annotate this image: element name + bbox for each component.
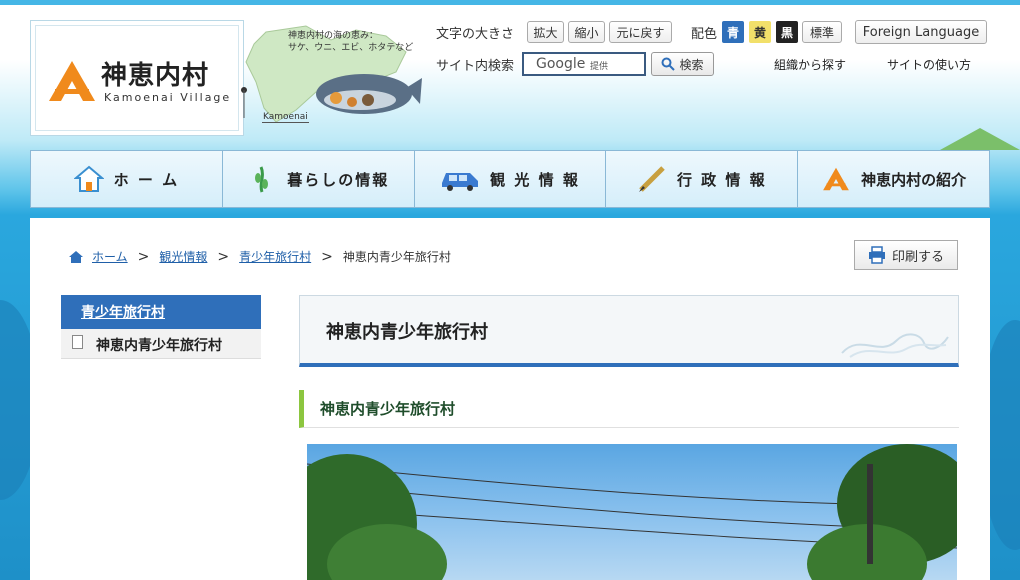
breadcrumb-separator-icon: > — [137, 248, 150, 265]
document-icon — [72, 335, 83, 349]
plant-icon — [247, 164, 277, 194]
search-icon — [661, 57, 676, 71]
site-name-en: Kamoenai Village — [104, 91, 232, 104]
color-black-button[interactable]: 黒 — [776, 21, 798, 43]
home-icon — [69, 250, 83, 263]
car-icon — [440, 164, 480, 194]
pen-icon — [637, 164, 667, 194]
foreign-language-button[interactable]: Foreign Language — [855, 20, 987, 44]
font-reset-button[interactable]: 元に戻す — [609, 21, 672, 43]
site-search-label: サイト内検索 — [436, 59, 515, 74]
nav-label-home: ホ ー ム — [113, 170, 180, 189]
breadcrumb: ホーム > 観光情報 > 青少年旅行村 > 神恵内青少年旅行村 — [68, 248, 451, 265]
sidebar-item-youth-village[interactable]: 神恵内青少年旅行村 — [61, 329, 261, 359]
breadcrumb-separator-icon: > — [217, 248, 230, 265]
breadcrumb-youth-village[interactable]: 青少年旅行村 — [239, 248, 311, 265]
sidebar-heading[interactable]: 青少年旅行村 — [61, 295, 261, 329]
decorative-hill — [940, 128, 1020, 150]
color-yellow-button[interactable]: 黄 — [749, 21, 771, 43]
nav-label-village-intro: 神恵内村の紹介 — [861, 170, 967, 189]
search-button-label: 検索 — [679, 57, 704, 72]
font-shrink-button[interactable]: 縮小 — [568, 21, 605, 43]
google-brand-text: Google — [536, 56, 586, 72]
search-input[interactable]: Google 提供 — [522, 52, 646, 76]
color-scheme-label: 配色 — [691, 27, 718, 42]
map-caption-line2: サケ、ウニ、エビ、ホタテなど — [288, 43, 414, 53]
top-accent-bar — [0, 0, 1020, 5]
site-logo[interactable]: 神恵内村 Kamoenai Village — [30, 20, 244, 136]
font-enlarge-button[interactable]: 拡大 — [527, 21, 564, 43]
google-provided-text: 提供 — [590, 62, 609, 72]
photo-scene — [307, 444, 957, 580]
how-to-use-link[interactable]: サイトの使い方 — [887, 56, 971, 73]
breadcrumb-home[interactable]: ホーム — [92, 248, 128, 265]
wave-ornament-icon — [841, 333, 949, 358]
nav-item-home[interactable]: ホ ー ム — [31, 151, 223, 207]
page-title-box: 神恵内青少年旅行村 — [299, 295, 959, 367]
nav-label-administration: 行 政 情 報 — [676, 170, 767, 189]
print-button[interactable]: 印刷する — [854, 240, 958, 270]
house-icon — [73, 164, 104, 194]
site-name: 神恵内村 — [101, 61, 210, 91]
global-nav: ホ ー ム 暮らしの情報 観 光 情 報 行 政 情 報 神恵内村の紹介 — [30, 150, 990, 208]
color-blue-button[interactable]: 青 — [722, 21, 744, 43]
nav-label-sightseeing: 観 光 情 報 — [490, 170, 580, 189]
page-title: 神恵内青少年旅行村 — [326, 322, 488, 343]
printer-icon — [868, 246, 885, 264]
section-heading: 神恵内青少年旅行村 — [320, 400, 456, 418]
nav-item-administration[interactable]: 行 政 情 報 — [606, 151, 799, 207]
search-button[interactable]: 検索 — [651, 52, 714, 76]
village-logo-icon — [821, 164, 851, 194]
breadcrumb-current: 神恵内青少年旅行村 — [342, 250, 451, 264]
map-location-label: Kamoenai — [262, 112, 309, 123]
nav-item-village-intro[interactable]: 神恵内村の紹介 — [798, 151, 989, 207]
section-heading-box: 神恵内青少年旅行村 — [299, 390, 959, 428]
nav-item-living[interactable]: 暮らしの情報 — [223, 151, 415, 207]
nav-item-sightseeing[interactable]: 観 光 情 報 — [415, 151, 607, 207]
breadcrumb-sightseeing[interactable]: 観光情報 — [159, 248, 207, 265]
print-button-label: 印刷する — [891, 249, 944, 265]
youth-village-photo — [307, 444, 957, 580]
breadcrumb-separator-icon: > — [321, 248, 333, 265]
color-standard-button[interactable]: 標準 — [802, 21, 842, 43]
font-size-label: 文字の大きさ — [436, 27, 515, 42]
map-caption-line1: 神恵内村の海の恵み： — [288, 31, 379, 41]
nav-label-living: 暮らしの情報 — [287, 170, 390, 189]
village-logo-icon — [49, 61, 95, 101]
map-caption: 神恵内村の海の恵み： サケ、ウニ、エビ、ホタテなど — [288, 30, 413, 54]
find-by-org-link[interactable]: 組織から探す — [774, 56, 846, 73]
